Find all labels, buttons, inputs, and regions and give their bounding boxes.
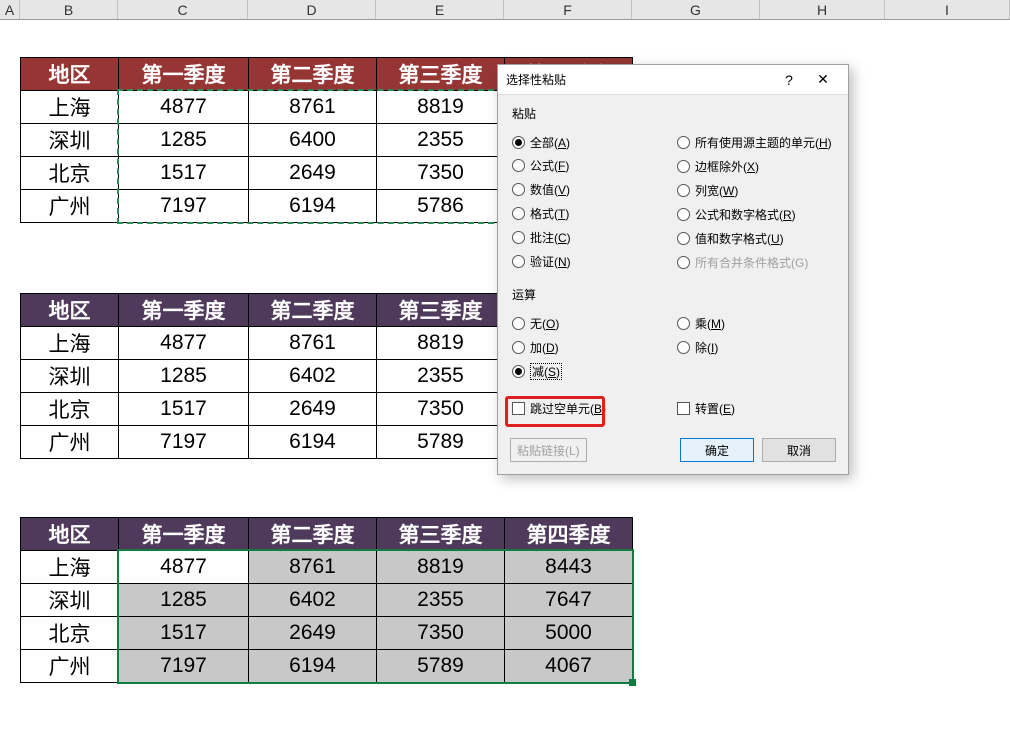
table-3-wrap: 地区 第一季度 第二季度 第三季度 第四季度 上海487787618819844… (20, 517, 633, 683)
transpose-checkbox[interactable]: 转置(E) (677, 400, 735, 417)
col-header-h[interactable]: H (760, 0, 885, 19)
paste-radio-right-0[interactable]: 所有使用源主题的单元(H) (677, 134, 832, 151)
paste-radio-right-2[interactable]: 列宽(W) (677, 182, 738, 199)
paste-link-button: 粘贴链接(L) (510, 438, 587, 462)
t3-header-q2: 第二季度 (249, 518, 377, 551)
table-row[interactable]: 深圳1285640223557647 (21, 584, 633, 617)
paste-radio-right-1[interactable]: 边框除外(X) (677, 158, 759, 175)
dialog-title: 选择性粘贴 (506, 71, 772, 88)
t1-header-q1: 第一季度 (119, 58, 249, 91)
paste-special-dialog: 选择性粘贴 ? ✕ 粘贴 全部(A) 公式(F) 数值(V) 格式(T) 批注(C) 验证… (497, 64, 849, 475)
col-header-d[interactable]: D (248, 0, 376, 19)
close-button[interactable]: ✕ (806, 71, 840, 88)
skip-blanks-checkbox[interactable]: 跳过空单元(B) (512, 400, 606, 417)
table-row[interactable]: 广州7197619457894067 (21, 650, 633, 683)
paste-radio-left-5[interactable]: 验证(N) (512, 253, 571, 270)
t3-header-q3: 第三季度 (377, 518, 505, 551)
t3-header-q4: 第四季度 (505, 518, 633, 551)
col-header-i[interactable]: I (885, 0, 1010, 19)
table-3[interactable]: 地区 第一季度 第二季度 第三季度 第四季度 上海487787618819844… (20, 517, 633, 683)
paste-radio-right-4[interactable]: 值和数字格式(U) (677, 230, 784, 247)
col-header-g[interactable]: G (632, 0, 760, 19)
table-row[interactable]: 北京1517264973505000 (21, 617, 633, 650)
t2-header-q2: 第二季度 (249, 294, 377, 327)
col-header-a[interactable]: A (0, 0, 20, 19)
paste-radio-right-5: 所有合并条件格式(G) (677, 254, 808, 271)
table-row[interactable]: 上海4877876188198443 (21, 551, 633, 584)
col-header-c[interactable]: C (118, 0, 248, 19)
op-radio-right-0[interactable]: 乘(M) (677, 315, 725, 332)
op-radio-left-1[interactable]: 加(D) (512, 339, 559, 356)
col-header-e[interactable]: E (376, 0, 504, 19)
paste-group-label: 粘贴 (512, 105, 834, 122)
t2-header-q1: 第一季度 (119, 294, 249, 327)
paste-radio-right-3[interactable]: 公式和数字格式(R) (677, 206, 796, 223)
paste-radio-left-4[interactable]: 批注(C) (512, 229, 571, 246)
t3-header-region: 地区 (21, 518, 119, 551)
operation-group-label: 运算 (512, 286, 834, 303)
t2-header-q3: 第三季度 (377, 294, 505, 327)
t2-header-region: 地区 (21, 294, 119, 327)
t1-header-region: 地区 (21, 58, 119, 91)
paste-radio-left-3[interactable]: 格式(T) (512, 205, 569, 222)
paste-radio-left-2[interactable]: 数值(V) (512, 181, 570, 198)
paste-radio-left-0[interactable]: 全部(A) (512, 134, 570, 151)
col-header-b[interactable]: B (20, 0, 118, 19)
column-headers: A B C D E F G H I (0, 0, 1010, 20)
paste-radio-left-1[interactable]: 公式(F) (512, 157, 569, 174)
cancel-button[interactable]: 取消 (762, 438, 836, 462)
op-radio-right-1[interactable]: 除(I) (677, 339, 718, 356)
help-button[interactable]: ? (772, 72, 806, 88)
op-radio-left-0[interactable]: 无(O) (512, 315, 559, 332)
t3-header-q1: 第一季度 (119, 518, 249, 551)
t1-header-q2: 第二季度 (249, 58, 377, 91)
op-radio-left-2[interactable]: 减(S) (512, 363, 562, 380)
ok-button[interactable]: 确定 (680, 438, 754, 462)
dialog-titlebar[interactable]: 选择性粘贴 ? ✕ (498, 65, 848, 95)
col-header-f[interactable]: F (504, 0, 632, 19)
t1-header-q3: 第三季度 (377, 58, 505, 91)
